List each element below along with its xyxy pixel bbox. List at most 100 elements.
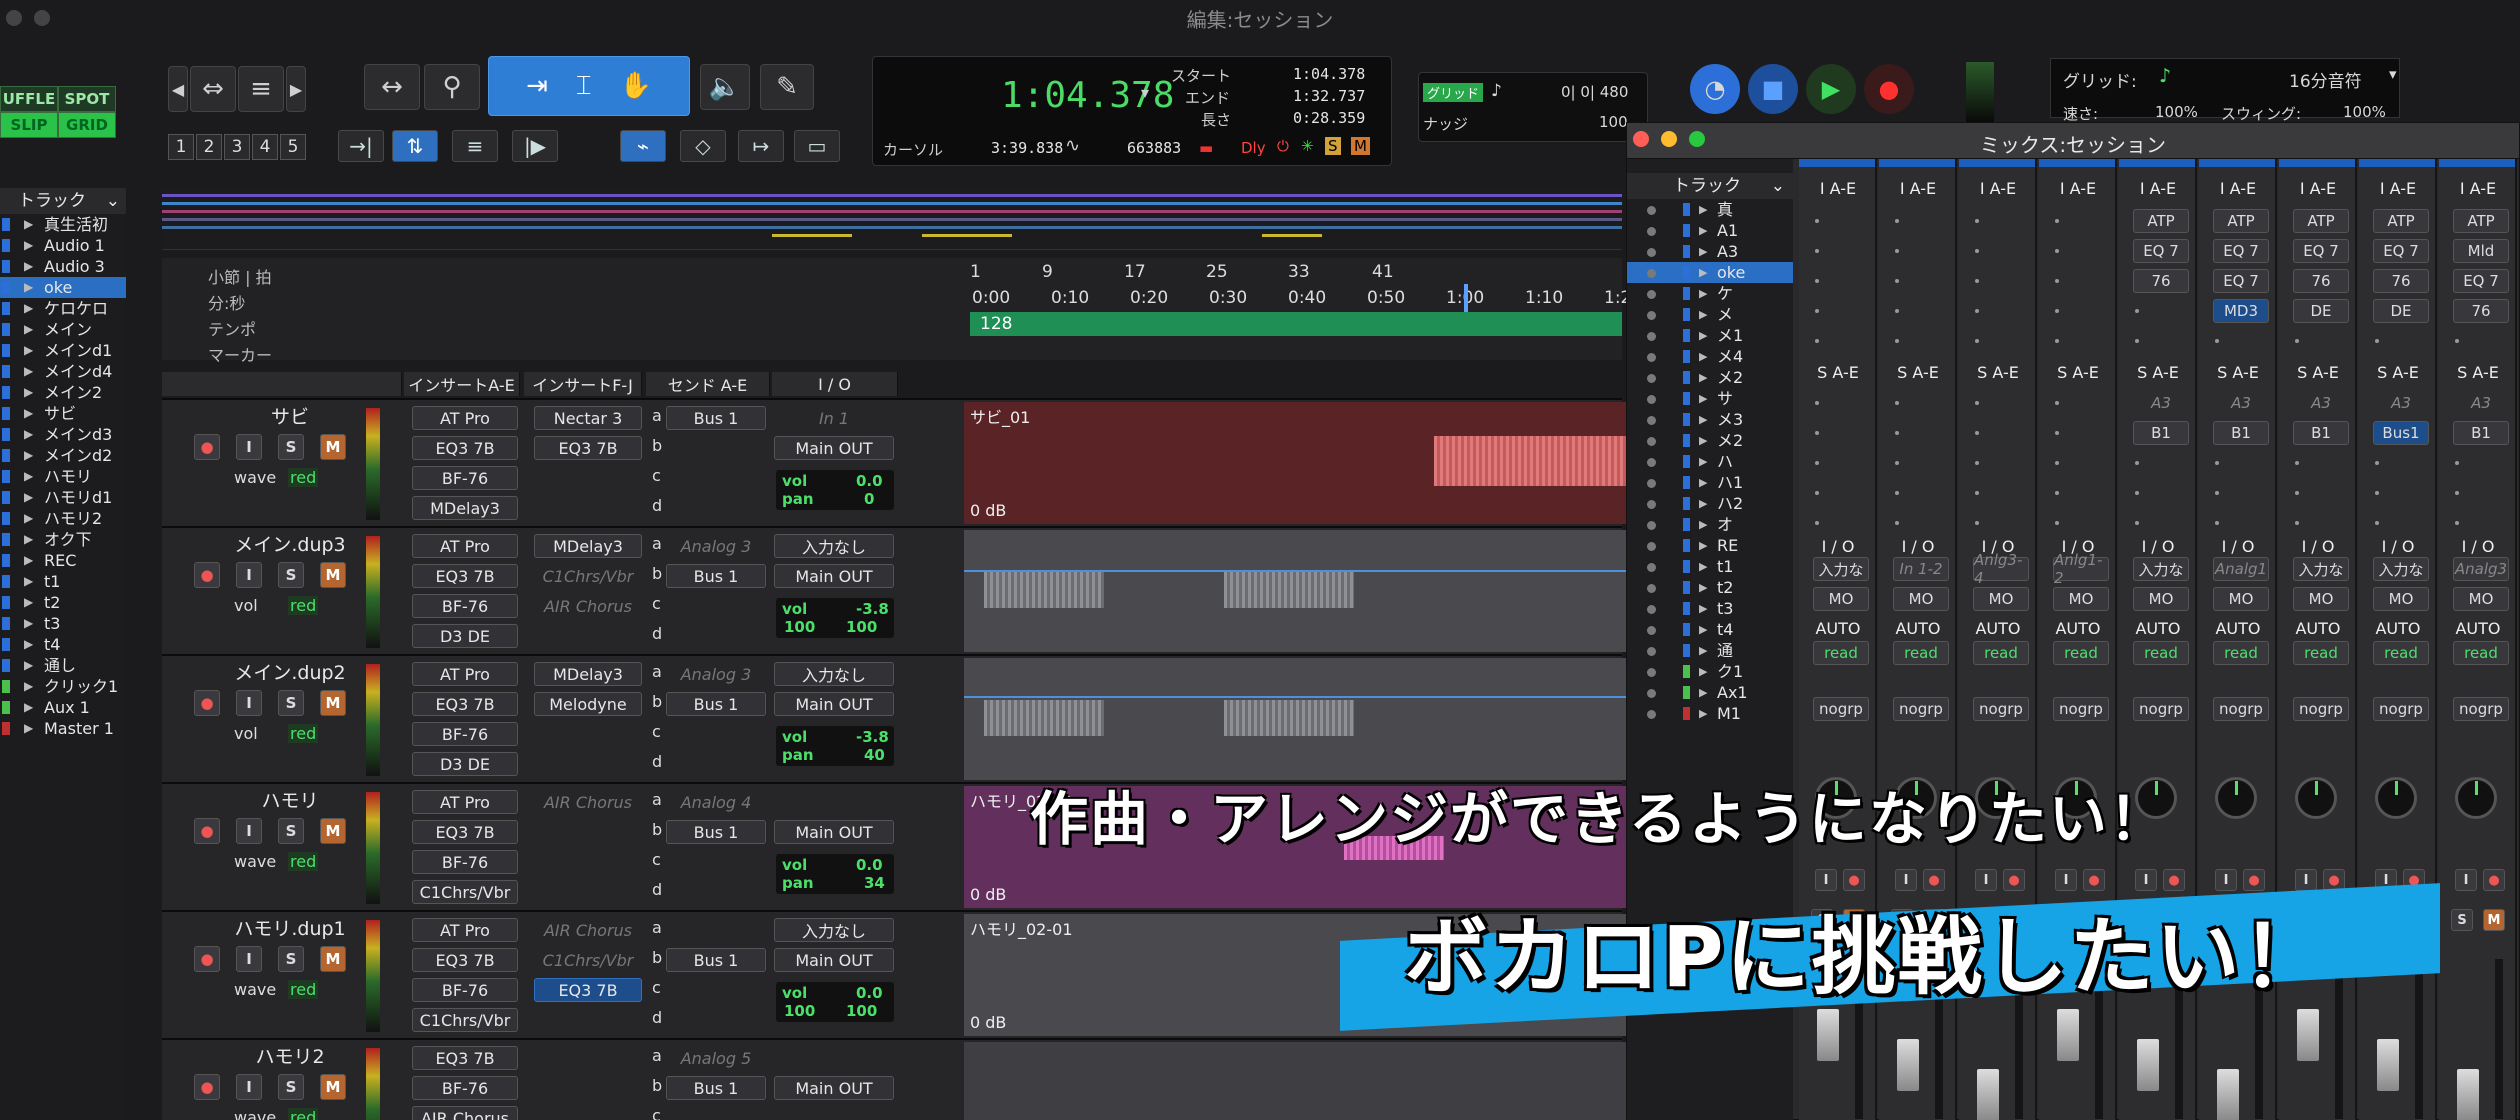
- insert-slot[interactable]: EQ3 7B: [412, 948, 518, 972]
- strip-insert-slot[interactable]: 76: [2133, 269, 2189, 293]
- mix-list-item[interactable]: ▶ メ2: [1627, 367, 1793, 388]
- insert-slot[interactable]: BF-76: [412, 850, 518, 874]
- show-hide-dot[interactable]: [1647, 227, 1656, 236]
- pan-knob[interactable]: [2295, 777, 2337, 819]
- track-name[interactable]: ハモリ.dup1: [196, 914, 384, 940]
- strip-input[interactable]: 入力な: [2293, 557, 2349, 581]
- show-hide-dot[interactable]: [1647, 584, 1656, 593]
- volume-fader[interactable]: [2137, 1039, 2159, 1091]
- expand-arrow-icon[interactable]: ▶: [1699, 241, 1707, 262]
- empty-slot-dot[interactable]: [2455, 461, 2459, 465]
- expand-arrow-icon[interactable]: ▶: [1699, 514, 1707, 535]
- show-hide-dot[interactable]: [1647, 269, 1656, 278]
- automation-follows-icon[interactable]: ⌁: [620, 130, 666, 162]
- empty-slot-dot[interactable]: [1815, 219, 1819, 223]
- expand-arrow-icon[interactable]: ▶: [1699, 409, 1707, 430]
- solo-button[interactable]: S: [2451, 909, 2473, 931]
- strip-output[interactable]: MO: [1893, 587, 1949, 611]
- track-name[interactable]: メイン.dup2: [196, 658, 384, 684]
- show-hide-dot[interactable]: [1647, 605, 1656, 614]
- clip-gain[interactable]: 0 dB: [970, 885, 1006, 904]
- track-list-item[interactable]: ▶ メインd2: [0, 445, 126, 466]
- empty-slot-dot[interactable]: [2055, 219, 2059, 223]
- track-view-selector[interactable]: vol: [234, 596, 258, 615]
- mute-indicator[interactable]: M: [1351, 137, 1370, 155]
- empty-slot-dot[interactable]: [2055, 249, 2059, 253]
- automation-mode[interactable]: read: [2293, 641, 2349, 665]
- mix-list-item[interactable]: ▶ 真: [1627, 199, 1793, 220]
- strip-insert-slot[interactable]: ATP: [2453, 209, 2509, 233]
- track-list-item[interactable]: ▶ Audio 1: [0, 235, 126, 256]
- record-icon[interactable]: ●: [1864, 64, 1914, 114]
- track-list-item[interactable]: ▶ Master 1: [0, 718, 126, 739]
- track-list-item[interactable]: ▶ ハモリd1: [0, 487, 126, 508]
- mix-list-item[interactable]: ▶ oke: [1627, 262, 1793, 283]
- strip-input[interactable]: Analg1: [2213, 557, 2269, 581]
- track-list-item[interactable]: ▶ ケロケロ: [0, 298, 126, 319]
- automation-mode[interactable]: read: [2053, 641, 2109, 665]
- screen-icon[interactable]: ▭: [794, 130, 840, 162]
- input-monitor-button[interactable]: I: [1815, 869, 1837, 891]
- insert-slot[interactable]: D3 DE: [412, 752, 518, 776]
- expand-arrow-icon[interactable]: ▶: [1699, 388, 1707, 409]
- zoom-preset-5[interactable]: 5: [280, 134, 306, 160]
- chevron-down-icon[interactable]: ⌄: [106, 188, 120, 214]
- input-monitor-button[interactable]: I: [236, 818, 262, 844]
- expand-arrow-icon[interactable]: ▶: [24, 235, 33, 256]
- volume-pan-box[interactable]: vol 0.0 pan 34: [776, 854, 894, 894]
- strip-send-slot[interactable]: Bus1: [2373, 421, 2429, 445]
- zoom-in-arrow-icon[interactable]: ▶: [286, 66, 306, 112]
- rec-button[interactable]: ●: [1843, 869, 1865, 891]
- mute-button[interactable]: M: [2483, 909, 2505, 931]
- show-hide-dot[interactable]: [1647, 689, 1656, 698]
- input-monitor-button[interactable]: I: [236, 434, 262, 460]
- strip-send-slot[interactable]: A3: [2133, 391, 2189, 415]
- expand-arrow-icon[interactable]: ▶: [1699, 619, 1707, 640]
- empty-slot-dot[interactable]: [1895, 309, 1899, 313]
- strip-output[interactable]: MO: [2453, 587, 2509, 611]
- empty-slot-dot[interactable]: [1815, 401, 1819, 405]
- length-value[interactable]: 0:28.359: [1293, 109, 1365, 127]
- strip-insert-slot[interactable]: ATP: [2213, 209, 2269, 233]
- volume-fader[interactable]: [1977, 1069, 1999, 1120]
- show-hide-dot[interactable]: [1647, 647, 1656, 656]
- insert-slot[interactable]: AT Pro: [412, 790, 518, 814]
- expand-arrow-icon[interactable]: ▶: [1699, 367, 1707, 388]
- mix-list-item[interactable]: ▶ t3: [1627, 598, 1793, 619]
- empty-slot-dot[interactable]: [2055, 401, 2059, 405]
- pan-left-value[interactable]: 100: [784, 1002, 815, 1020]
- send-slot-b[interactable]: Bus 1: [666, 406, 766, 430]
- mix-list-item[interactable]: ▶ RE: [1627, 535, 1793, 556]
- pan-right-value[interactable]: 100: [846, 1002, 877, 1020]
- show-hide-dot[interactable]: [1647, 332, 1656, 341]
- expand-arrow-icon[interactable]: ▶: [24, 676, 33, 697]
- tempo-bar[interactable]: [970, 312, 1622, 336]
- empty-slot-dot[interactable]: [1975, 219, 1979, 223]
- expand-arrow-icon[interactable]: ▶: [1699, 640, 1707, 661]
- loop-icon[interactable]: ◔: [1690, 64, 1740, 114]
- mute-button[interactable]: M: [320, 946, 346, 972]
- insert-slot-fj[interactable]: C1Chrs/Vbr: [534, 564, 642, 588]
- automation-mode[interactable]: read: [1813, 641, 1869, 665]
- expand-arrow-icon[interactable]: ▶: [24, 277, 33, 298]
- input-monitor-button[interactable]: I: [236, 690, 262, 716]
- expand-arrow-icon[interactable]: ▶: [1699, 556, 1707, 577]
- pan-value[interactable]: 34: [864, 874, 885, 892]
- track-list-item[interactable]: ▶ クリック1: [0, 676, 126, 697]
- empty-slot-dot[interactable]: [1815, 431, 1819, 435]
- mute-button[interactable]: M: [320, 434, 346, 460]
- show-hide-dot[interactable]: [1647, 416, 1656, 425]
- strip-output[interactable]: MO: [2293, 587, 2349, 611]
- track-list-item[interactable]: ▶ メイン2: [0, 382, 126, 403]
- group-selector[interactable]: nogrp: [1973, 697, 2029, 721]
- rec-button[interactable]: ●: [2243, 869, 2265, 891]
- empty-slot-dot[interactable]: [2055, 279, 2059, 283]
- automation-mode[interactable]: red: [288, 468, 319, 487]
- link-timeline-icon[interactable]: ⇅: [392, 130, 438, 162]
- show-hide-dot[interactable]: [1647, 374, 1656, 383]
- rec-button[interactable]: ●: [194, 818, 220, 844]
- show-hide-dot[interactable]: [1647, 710, 1656, 719]
- mix-list-item[interactable]: ▶ メ: [1627, 304, 1793, 325]
- empty-slot-dot[interactable]: [2135, 309, 2139, 313]
- empty-slot-dot[interactable]: [1815, 461, 1819, 465]
